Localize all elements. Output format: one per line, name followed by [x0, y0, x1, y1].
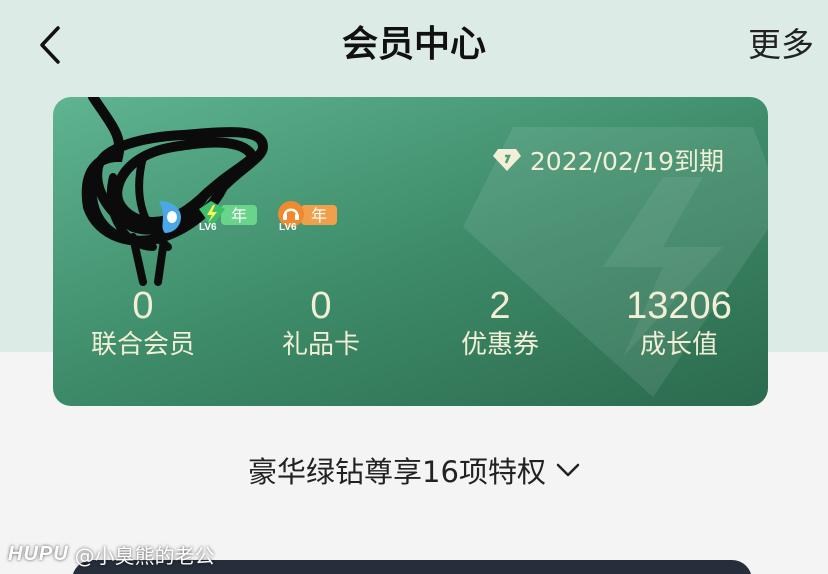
stat-label: 联合会员: [90, 330, 195, 360]
watermark: HUPU @小臭熊的老公: [8, 540, 215, 568]
stat-coupons[interactable]: 2 优惠券: [415, 283, 585, 361]
svg-text:LV6: LV6: [279, 222, 297, 231]
page-title: 会员中心: [341, 24, 486, 65]
diamond-icon: [492, 149, 521, 171]
music-level-badge[interactable]: LV6 年: [275, 201, 341, 233]
navigation-bar: 会员中心 更多: [0, 0, 828, 90]
orange-music-level-icon: LV6 年: [278, 201, 337, 233]
stat-growth-value[interactable]: 13206 成长值: [594, 283, 764, 361]
stat-value: 2: [489, 285, 511, 327]
privileges-toggle[interactable]: 豪华绿钻尊享16项特权: [0, 448, 828, 492]
member-stats: 0 联合会员 0 礼品卡 2 优惠券 13206 成长值: [53, 283, 768, 363]
green-diamond-level-icon: LV6 年: [199, 201, 257, 233]
svg-text:年: 年: [311, 206, 327, 225]
stat-value: 0: [310, 285, 332, 327]
membership-card: 2022/02/19到期 LV6 年 LV6 年 0 联合会员 0 礼品卡 2 …: [53, 97, 768, 406]
svg-text:年: 年: [231, 206, 247, 225]
watermark-handle: @小臭熊的老公: [74, 543, 215, 568]
redacted-avatar-scribble: [81, 97, 269, 286]
watermark-brand: HUPU: [8, 542, 69, 565]
expiry-text: 2022/02/19到期: [529, 147, 724, 176]
stat-label: 优惠券: [460, 330, 539, 360]
svg-text:LV6: LV6: [199, 222, 217, 231]
stat-gift-card[interactable]: 0 礼品卡: [236, 283, 406, 361]
chevron-down-icon: [556, 463, 580, 477]
stat-label: 礼品卡: [281, 330, 360, 360]
qq-badge-icon: [159, 201, 181, 233]
expiry-date: 2022/02/19到期: [492, 143, 724, 177]
stat-label: 成长值: [639, 330, 718, 360]
more-button[interactable]: 更多: [748, 22, 814, 68]
stat-value: 13206: [626, 285, 732, 327]
stat-value: 0: [132, 285, 154, 327]
green-diamond-level-badge[interactable]: LV6 年: [195, 201, 261, 233]
privileges-label: 豪华绿钻尊享16项特权: [248, 455, 546, 489]
stat-joint-membership[interactable]: 0 联合会员: [58, 283, 228, 361]
